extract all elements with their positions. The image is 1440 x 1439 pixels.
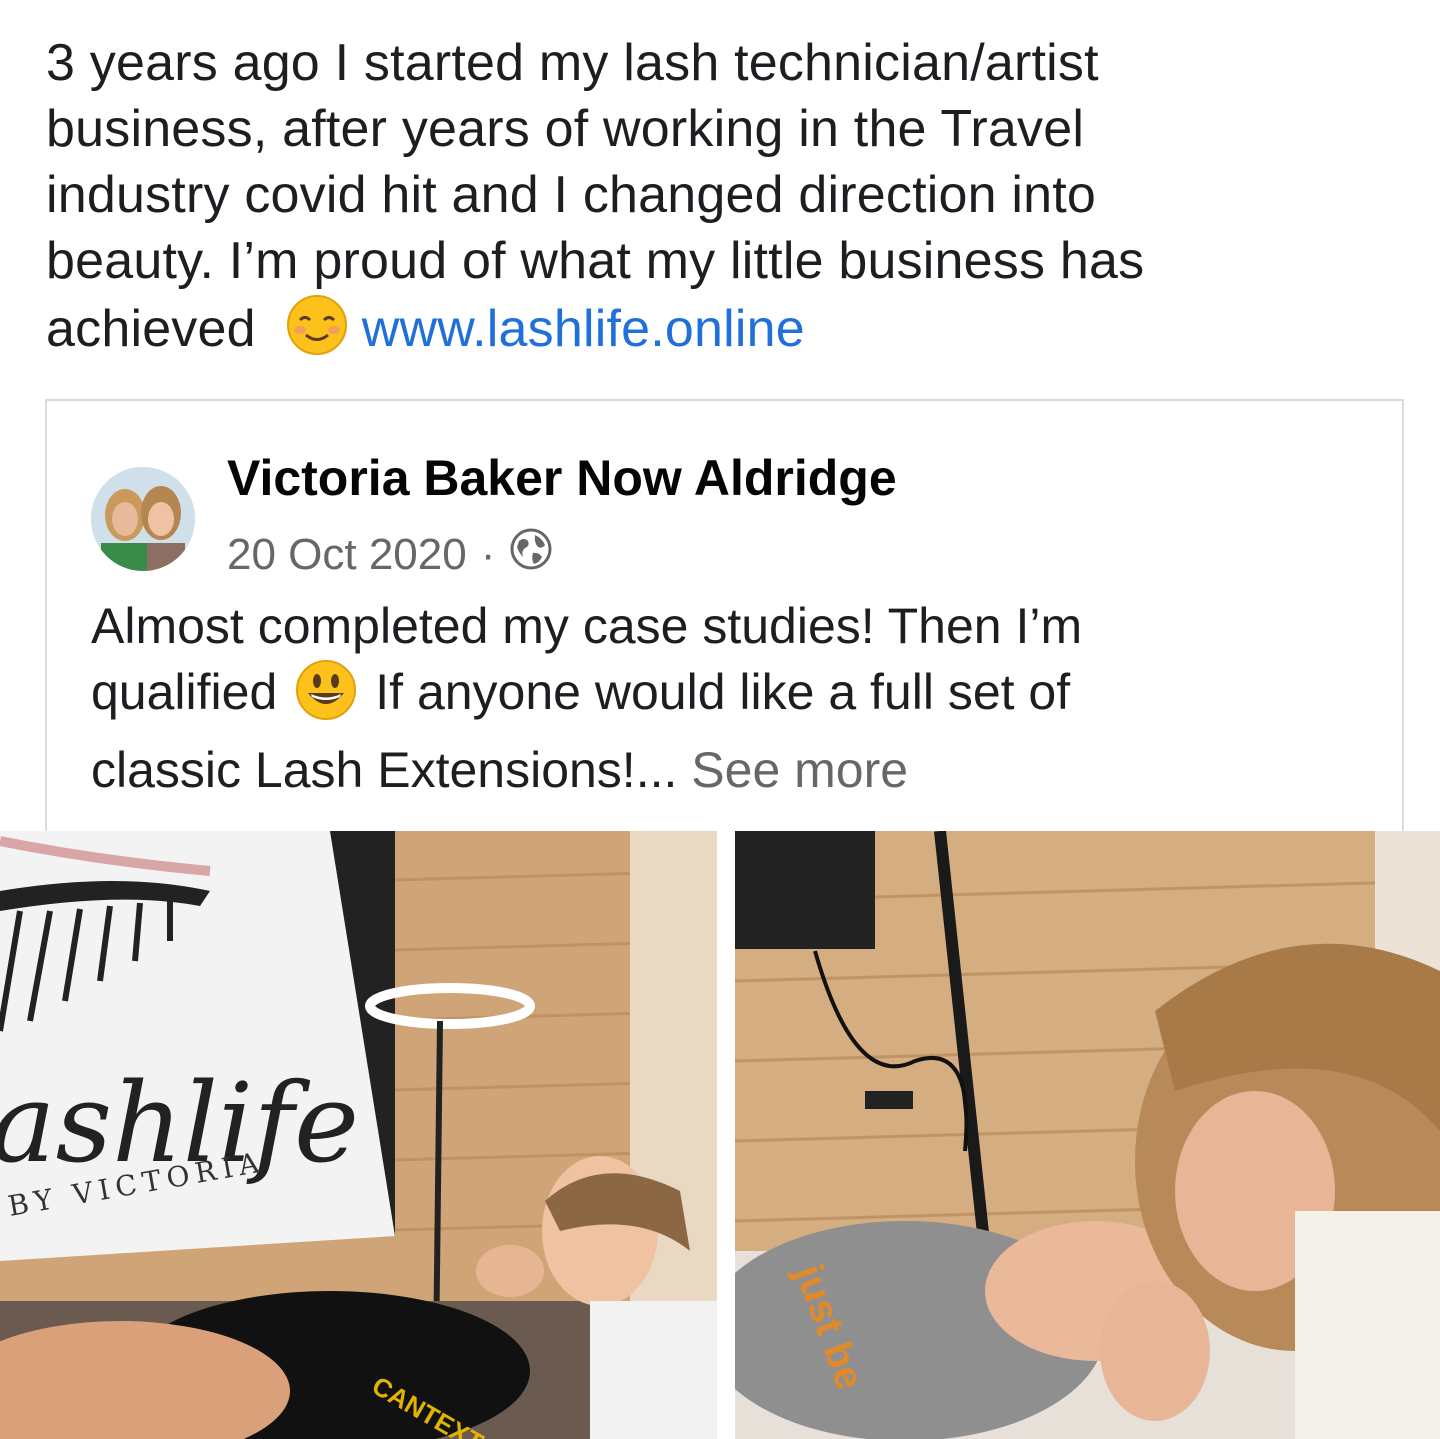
website-link[interactable]: www.lashlife.online [362,300,805,358]
post-line: beauty. I’m proud of what my little busi… [46,232,1145,290]
post-line: business, after years of working in the … [46,100,1085,158]
shared-line-text: qualified [91,664,278,720]
shared-post-text: Almost completed my case studies! Then I… [91,593,1351,803]
shared-line: qualified If anyone would like a full se… [91,659,1351,737]
meta-separator: · [480,529,496,579]
globe-icon [509,527,553,582]
post-body: 3 years ago I started my lash technician… [46,30,1406,372]
post-meta: 20 Oct 2020 · [227,527,553,582]
shared-line: classic Lash Extensions!... See more [91,737,1351,803]
shared-line-text: classic Lash Extensions!... [91,742,678,798]
shared-post-card[interactable]: Victoria Baker Now Aldridge 20 Oct 2020 … [45,399,1404,839]
avatar[interactable] [91,467,195,571]
shared-line: Almost completed my case studies! Then I… [91,598,1083,654]
smiling-blush-emoji-icon [286,294,348,372]
post-line-text: achieved [46,300,256,358]
photo-divider [717,831,735,1439]
post-line: achieved www.lashlife.online [46,294,1406,372]
post-date[interactable]: 20 Oct 2020 [227,530,467,580]
shared-line-text: If anyone would like a full set of [375,664,1071,720]
post-line: 3 years ago I started my lash technician… [46,34,1099,92]
grinning-emoji-icon [295,659,357,737]
see-more-link[interactable]: See more [691,742,908,798]
photo-lash-treatment[interactable]: just be [735,831,1440,1439]
post-line: industry covid hit and I changed directi… [46,166,1097,224]
photo-lash-room[interactable]: ashlife BY VICTORIA CANTEXTOUR [0,831,717,1439]
author-name[interactable]: Victoria Baker Now Aldridge [227,449,897,507]
